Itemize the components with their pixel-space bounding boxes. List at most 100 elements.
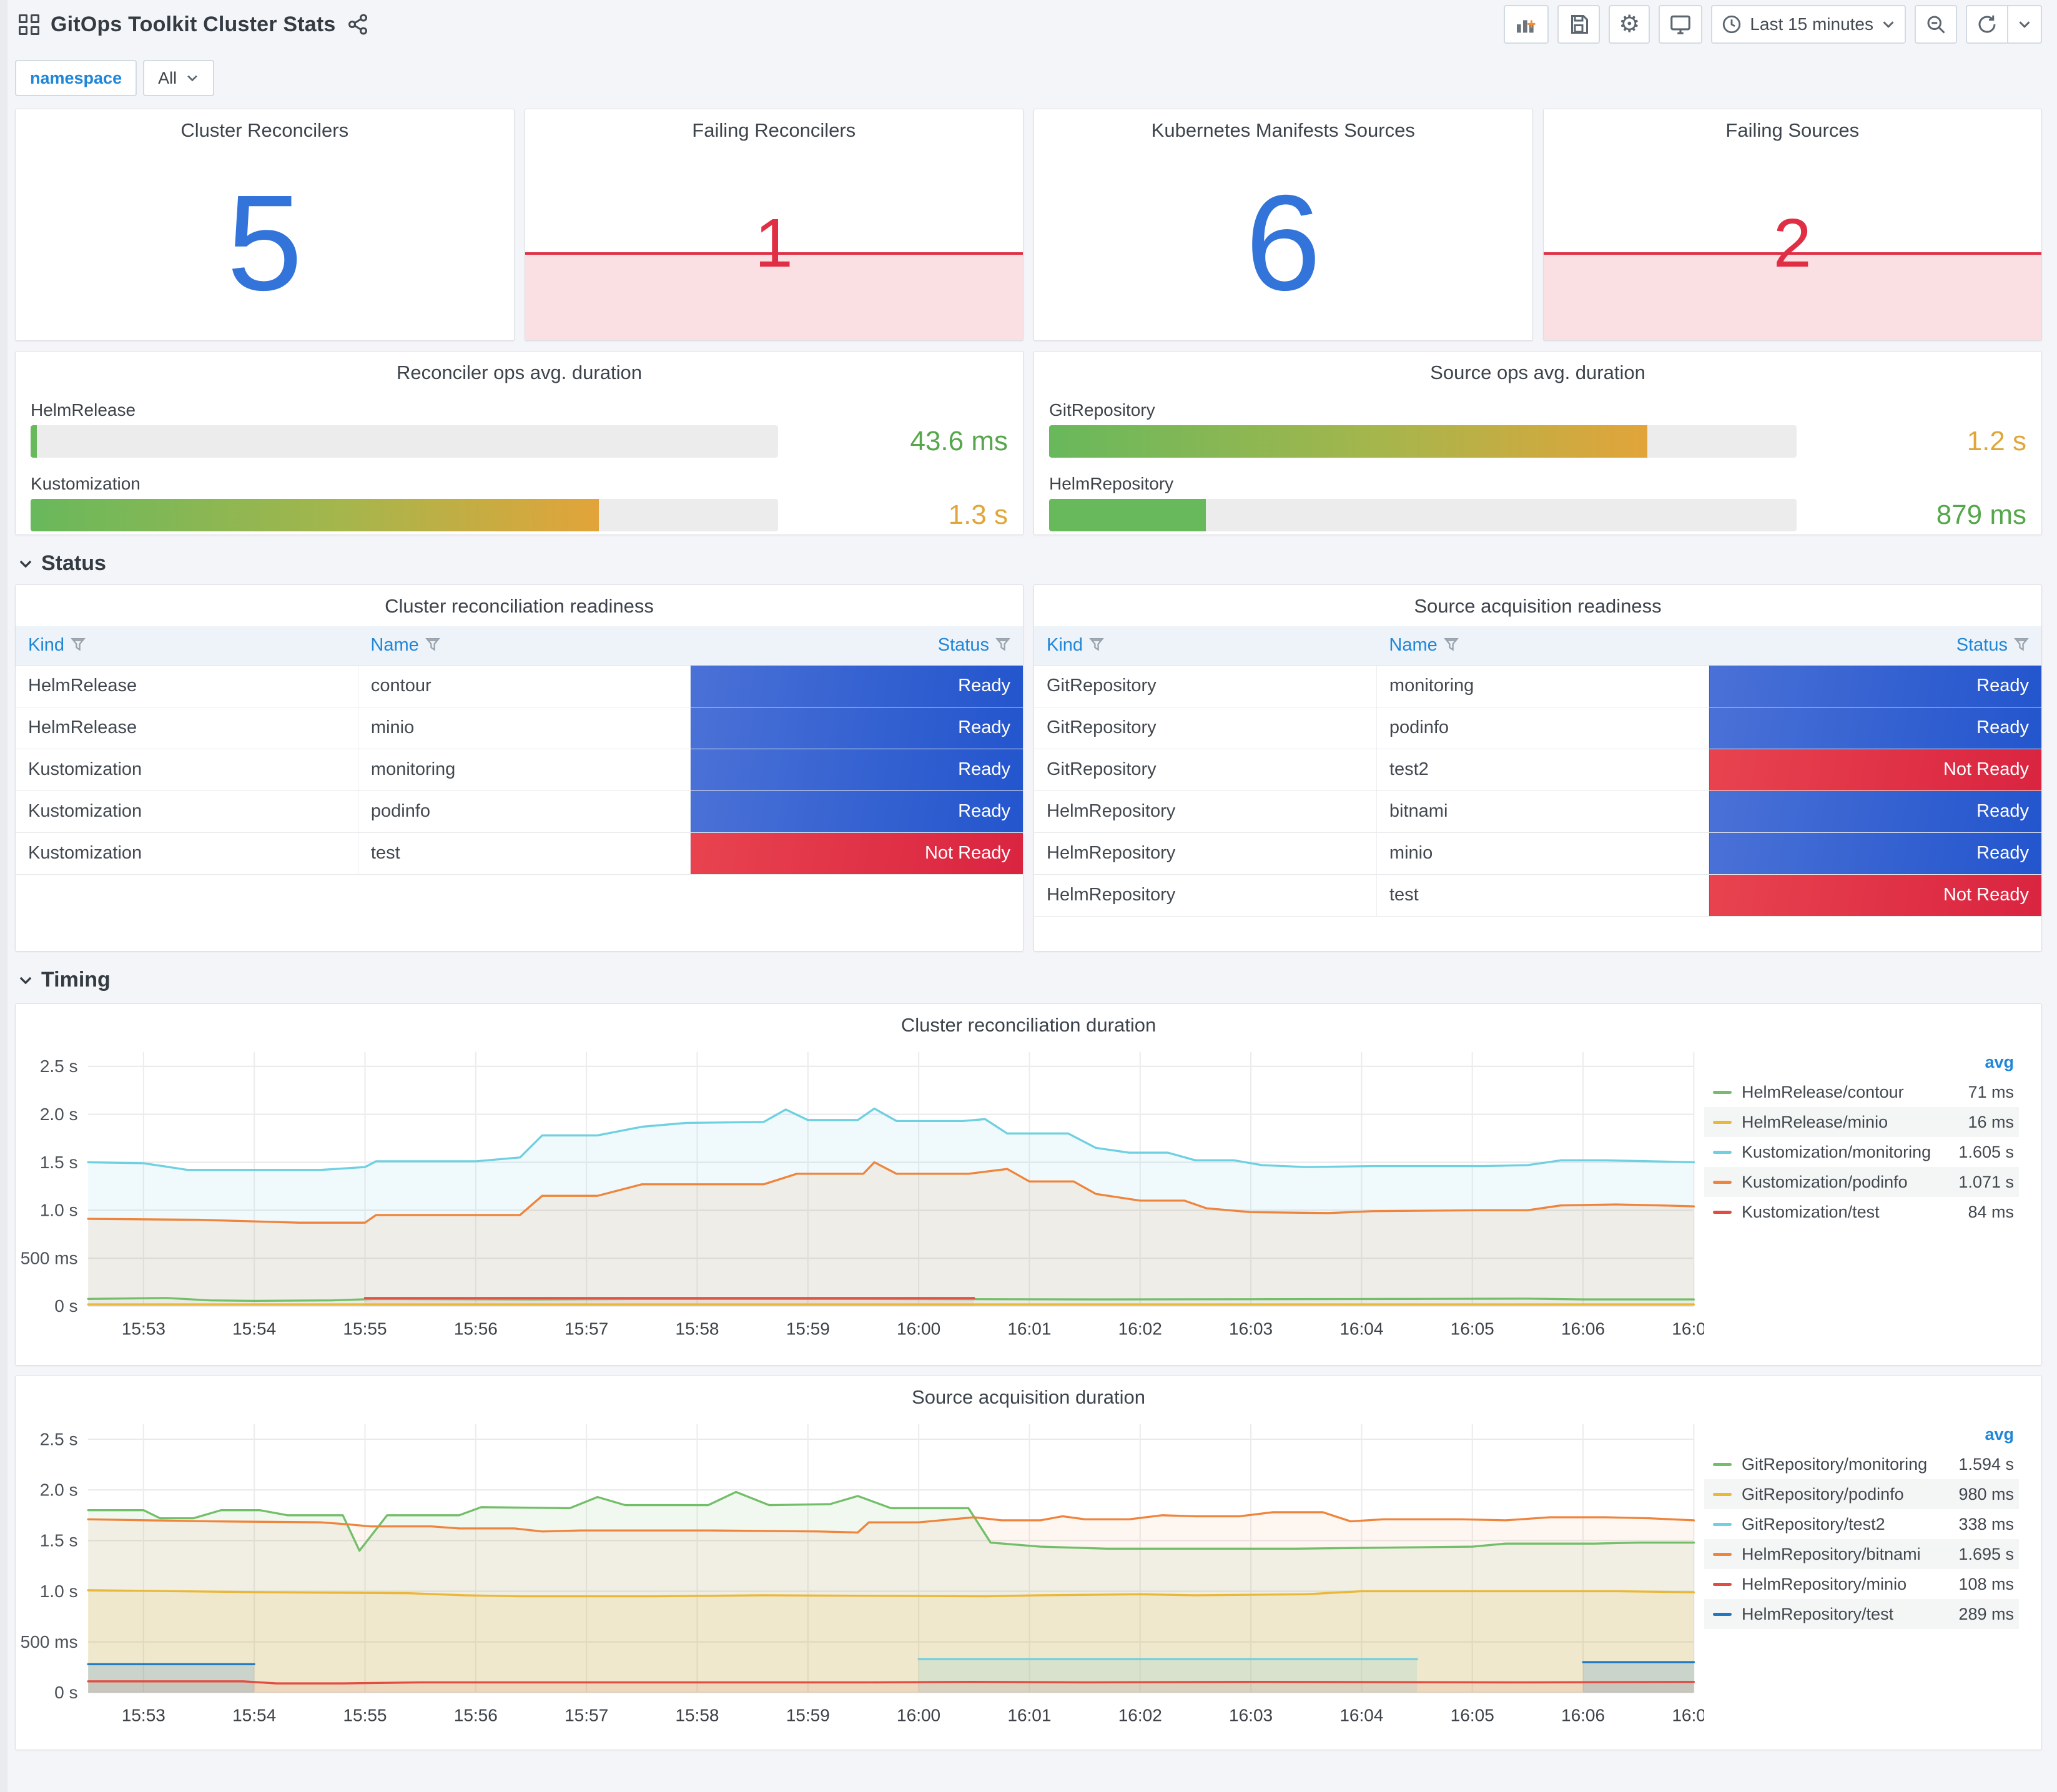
series-name[interactable]: HelmRelease/minio <box>1742 1113 1888 1132</box>
gauge-label: HelmRelease <box>31 400 136 420</box>
panel-title[interactable]: Cluster Reconcilers <box>16 109 514 142</box>
filter-icon[interactable] <box>1443 638 1459 654</box>
series-name[interactable]: GitRepository/test2 <box>1742 1515 1885 1534</box>
svg-text:500 ms: 500 ms <box>21 1248 78 1268</box>
tv-mode-button[interactable] <box>1659 5 1703 44</box>
filter-icon[interactable] <box>425 638 440 654</box>
svg-text:15:53: 15:53 <box>122 1705 165 1725</box>
series-name[interactable]: HelmRepository/bitnami <box>1742 1545 1921 1564</box>
gauge-fill <box>1049 499 1206 531</box>
svg-text:2.5 s: 2.5 s <box>40 1429 78 1449</box>
series-name[interactable]: Kustomization/monitoring <box>1742 1143 1931 1162</box>
cell-status: Not Ready <box>1709 874 2041 917</box>
section-label: Timing <box>41 968 111 992</box>
chevron-down-icon <box>19 560 32 568</box>
series-name[interactable]: HelmRelease/contour <box>1742 1083 1904 1102</box>
share-icon[interactable] <box>347 13 369 36</box>
cell-status: Not Ready <box>690 832 1023 875</box>
column-header-status[interactable]: Status <box>1709 626 2041 666</box>
refresh-button[interactable] <box>1967 6 2007 42</box>
legend-item: GitRepository/monitoring 1.594 s <box>1704 1449 2019 1479</box>
panel-title[interactable]: Failing Sources <box>1544 109 2042 142</box>
svg-text:16:01: 16:01 <box>1007 1319 1051 1339</box>
panel-title[interactable]: Cluster reconciliation duration <box>16 1004 2041 1036</box>
panel-title[interactable]: Source acquisition duration <box>16 1376 2041 1409</box>
table-row: GitRepository monitoring Ready <box>1034 665 2041 707</box>
filter-icon[interactable] <box>2014 638 2029 654</box>
panel-title[interactable]: Reconciler ops avg. duration <box>31 352 1008 384</box>
dashboard-title: GitOps Toolkit Cluster Stats <box>51 12 336 36</box>
column-header-status[interactable]: Status <box>690 626 1023 666</box>
legend-avg-header[interactable]: avg <box>1704 1050 2019 1077</box>
series-avg-value: 16 ms <box>1968 1112 2014 1131</box>
refresh-interval-dropdown[interactable] <box>2007 6 2041 42</box>
gauge-value: 1.2 s <box>1966 426 2026 456</box>
series-name[interactable]: GitRepository/podinfo <box>1742 1485 1904 1504</box>
legend-avg-header[interactable]: avg <box>1704 1422 2019 1449</box>
series-avg-value: 1.695 s <box>1958 1544 2014 1563</box>
gauge-item: Kustomization 1.3 s <box>31 474 1008 531</box>
gauge-track <box>31 499 779 531</box>
panel-title[interactable]: Source ops avg. duration <box>1049 352 2026 384</box>
variable-value-text: All <box>158 68 177 87</box>
gauge-label: GitRepository <box>1049 400 1155 420</box>
series-name[interactable]: HelmRepository/minio <box>1742 1575 1907 1594</box>
filter-icon[interactable] <box>995 638 1010 654</box>
zoom-out-button[interactable] <box>1915 5 1957 44</box>
chevron-down-icon <box>187 75 197 82</box>
panel-title[interactable]: Failing Reconcilers <box>525 109 1024 142</box>
section-timing[interactable]: Timing <box>0 952 2057 1001</box>
variable-namespace-label[interactable]: namespace <box>15 60 137 96</box>
column-header-name[interactable]: Name <box>1376 626 1709 666</box>
series-avg-value: 338 ms <box>1958 1514 2014 1534</box>
section-status[interactable]: Status <box>0 535 2057 584</box>
column-header-kind[interactable]: Kind <box>1034 626 1377 666</box>
time-series-plot[interactable]: 0 s 500 ms 1.0 s 1.5 s 2.0 s 2.5 s 15:53 15:54 1… <box>18 1411 1704 1730</box>
column-header-name[interactable]: Name <box>358 626 691 666</box>
panel-title[interactable]: Cluster reconciliation readiness <box>16 585 1023 618</box>
svg-text:15:57: 15:57 <box>565 1319 608 1339</box>
cell-kind: HelmRepository <box>1034 874 1377 917</box>
legend-item: HelmRepository/test 289 ms <box>1704 1599 2019 1629</box>
panel-source-acquisition-readiness: Source acquisition readiness Kind Name Sta… <box>1033 584 2042 952</box>
panel-cluster-reconcilers: Cluster Reconcilers 5 <box>15 109 515 341</box>
settings-button[interactable]: ⚙ <box>1609 5 1650 44</box>
cell-status: Ready <box>690 790 1023 833</box>
column-header-kind[interactable]: Kind <box>16 626 358 666</box>
cell-name: podinfo <box>1376 707 1710 749</box>
scrollbar-track[interactable] <box>0 0 7 1792</box>
variable-namespace-value[interactable]: All <box>143 60 215 96</box>
filter-icon[interactable] <box>71 638 86 654</box>
cell-kind: GitRepository <box>1034 749 1377 791</box>
svg-text:16:03: 16:03 <box>1229 1319 1273 1339</box>
chevron-down-icon <box>1883 21 1894 28</box>
time-series-plot[interactable]: 0 s 500 ms 1.0 s 1.5 s 2.0 s 2.5 s 15:53 15:54 1… <box>18 1039 1704 1344</box>
svg-text:1.0 s: 1.0 s <box>40 1582 78 1601</box>
svg-text:15:58: 15:58 <box>675 1319 719 1339</box>
panel-title[interactable]: Source acquisition readiness <box>1034 585 2041 618</box>
svg-text:16:07: 16:07 <box>1672 1319 1704 1339</box>
series-name[interactable]: Kustomization/podinfo <box>1742 1173 1908 1192</box>
panel-title[interactable]: Kubernetes Manifests Sources <box>1034 109 1532 142</box>
chart-legend: avg GitRepository/monitoring 1.594 s GitRep… <box>1704 1411 2035 1730</box>
series-name[interactable]: Kustomization/test <box>1742 1203 1880 1222</box>
time-range-picker[interactable]: Last 15 minutes <box>1711 5 1906 44</box>
gauge-label: Kustomization <box>31 474 141 493</box>
readiness-table: Kind Name Status HelmRelease contour Ready Hel… <box>16 626 1023 875</box>
save-dashboard-button[interactable] <box>1557 5 1601 44</box>
add-panel-button[interactable] <box>1504 5 1549 44</box>
series-avg-value: 1.071 s <box>1958 1172 2014 1191</box>
panel-cluster-reconciliation-duration: Cluster reconciliation duration 0 s 500 m… <box>15 1003 2042 1366</box>
series-name[interactable]: GitRepository/monitoring <box>1742 1455 1927 1474</box>
svg-text:16:05: 16:05 <box>1451 1319 1494 1339</box>
table-row: HelmRelease minio Ready <box>16 707 1023 749</box>
toolbar: ⚙ Last 15 minutes <box>1504 5 2042 44</box>
series-name[interactable]: HelmRepository/test <box>1742 1605 1893 1624</box>
filter-icon[interactable] <box>1089 638 1104 654</box>
gauge-label: HelmRepository <box>1049 474 1174 493</box>
gear-icon: ⚙ <box>1619 11 1640 37</box>
cell-name: test <box>358 832 691 875</box>
svg-text:15:56: 15:56 <box>454 1319 498 1339</box>
series-avg-value: 980 ms <box>1958 1484 2014 1504</box>
chart-row-2: Source acquisition duration 0 s 500 ms 1.0… <box>0 1376 2057 1750</box>
